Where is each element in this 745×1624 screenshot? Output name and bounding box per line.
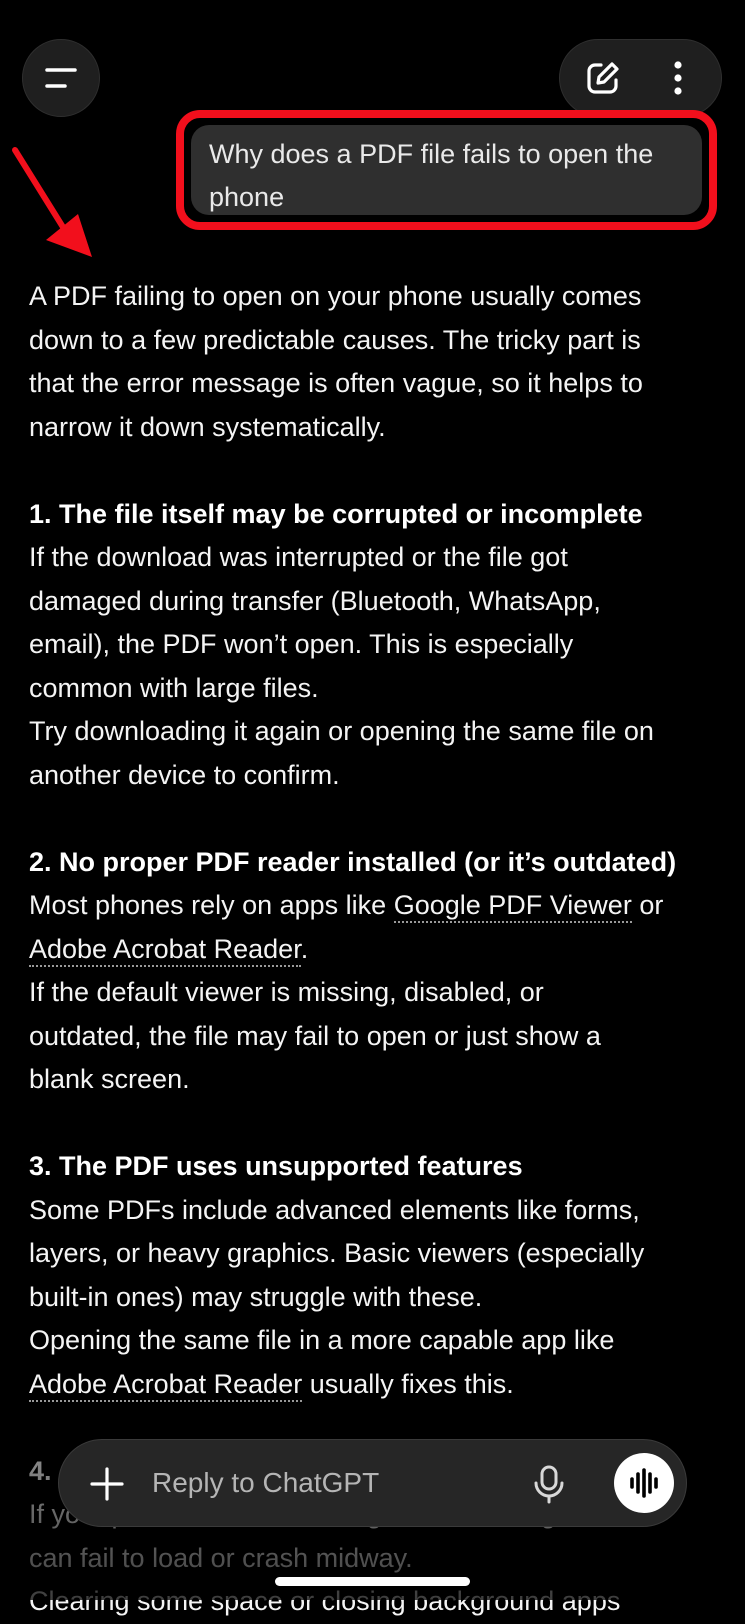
more-vertical-icon — [674, 61, 682, 95]
response-line: Try downloading it again or opening the … — [29, 716, 654, 746]
red-arrow-annotation — [12, 147, 92, 257]
section-heading: 1. The file itself may be corrupted or i… — [29, 498, 643, 529]
user-message-line: phone — [209, 182, 285, 212]
menu-button[interactable] — [22, 39, 100, 117]
new-chat-button[interactable] — [580, 55, 626, 101]
response-line: can fail to load or crash midway. — [29, 1542, 413, 1573]
reply-input[interactable] — [152, 1460, 512, 1506]
response-line: Adobe Acrobat Reader usually fixes this. — [29, 1363, 729, 1407]
response-line: Clearing some space or closing backgroun… — [29, 1586, 621, 1616]
response-line: Opening the same file in a more capable … — [29, 1325, 615, 1355]
dictate-button[interactable] — [527, 1462, 571, 1506]
user-message-bubble: Why does a PDF file fails to open the ph… — [191, 125, 702, 215]
response-line: damaged during transfer (Bluetooth, What… — [29, 585, 601, 616]
more-options-button[interactable] — [655, 55, 701, 101]
response-text: or — [631, 890, 664, 920]
assistant-response: A PDF failing to open on your phone usua… — [29, 275, 729, 1624]
response-line: If the default viewer is missing, disabl… — [29, 977, 544, 1007]
add-attachment-button[interactable] — [85, 1462, 129, 1506]
adobe-acrobat-reader-link[interactable]: Adobe Acrobat Reader — [29, 933, 301, 967]
voice-mode-icon — [630, 1468, 658, 1498]
response-line: common with large files. — [29, 672, 319, 703]
voice-mode-button[interactable] — [614, 1453, 674, 1513]
response-line: If the download was interrupted or the f… — [29, 542, 568, 572]
response-line: down to a few predictable causes. The tr… — [29, 324, 641, 355]
response-text: . — [300, 933, 309, 964]
response-line: A PDF failing to open on your phone usua… — [29, 281, 642, 311]
response-line: blank screen. — [29, 1064, 190, 1094]
response-text: usually fixes this. — [302, 1368, 514, 1399]
response-line: outdated, the file may fail to open or j… — [29, 1020, 601, 1051]
response-line: that the error message is often vague, s… — [29, 368, 643, 398]
response-line: narrow it down systematically. — [29, 411, 386, 442]
response-line: Adobe Acrobat Reader. — [29, 928, 729, 972]
header-actions — [559, 39, 722, 117]
google-pdf-viewer-link[interactable]: Google PDF Viewer — [393, 890, 632, 923]
response-line: layers, or heavy graphics. Basic viewers… — [29, 1238, 645, 1268]
edit-icon — [587, 62, 619, 94]
section-heading: 2. No proper PDF reader installed (or it… — [29, 846, 677, 877]
response-text: Most phones rely on apps like — [29, 890, 394, 920]
composer-bar — [58, 1439, 687, 1527]
user-message-line: Why does a PDF file fails to open the — [209, 139, 654, 169]
adobe-acrobat-reader-link[interactable]: Adobe Acrobat Reader — [29, 1368, 303, 1402]
response-line: Some PDFs include advanced elements like… — [29, 1194, 640, 1225]
response-line: email), the PDF won’t open. This is espe… — [29, 629, 574, 659]
home-indicator[interactable] — [275, 1577, 470, 1586]
response-line: Most phones rely on apps like Google PDF… — [29, 884, 729, 928]
highlight-box-annotation: Why does a PDF file fails to open the ph… — [176, 110, 717, 230]
response-line: another device to confirm. — [29, 759, 340, 790]
section-heading: 3. The PDF uses unsupported features — [29, 1151, 523, 1181]
response-line: built-in ones) may struggle with these. — [29, 1281, 483, 1312]
plus-icon — [90, 1467, 124, 1501]
menu-icon — [45, 68, 77, 88]
microphone-icon — [534, 1465, 564, 1504]
